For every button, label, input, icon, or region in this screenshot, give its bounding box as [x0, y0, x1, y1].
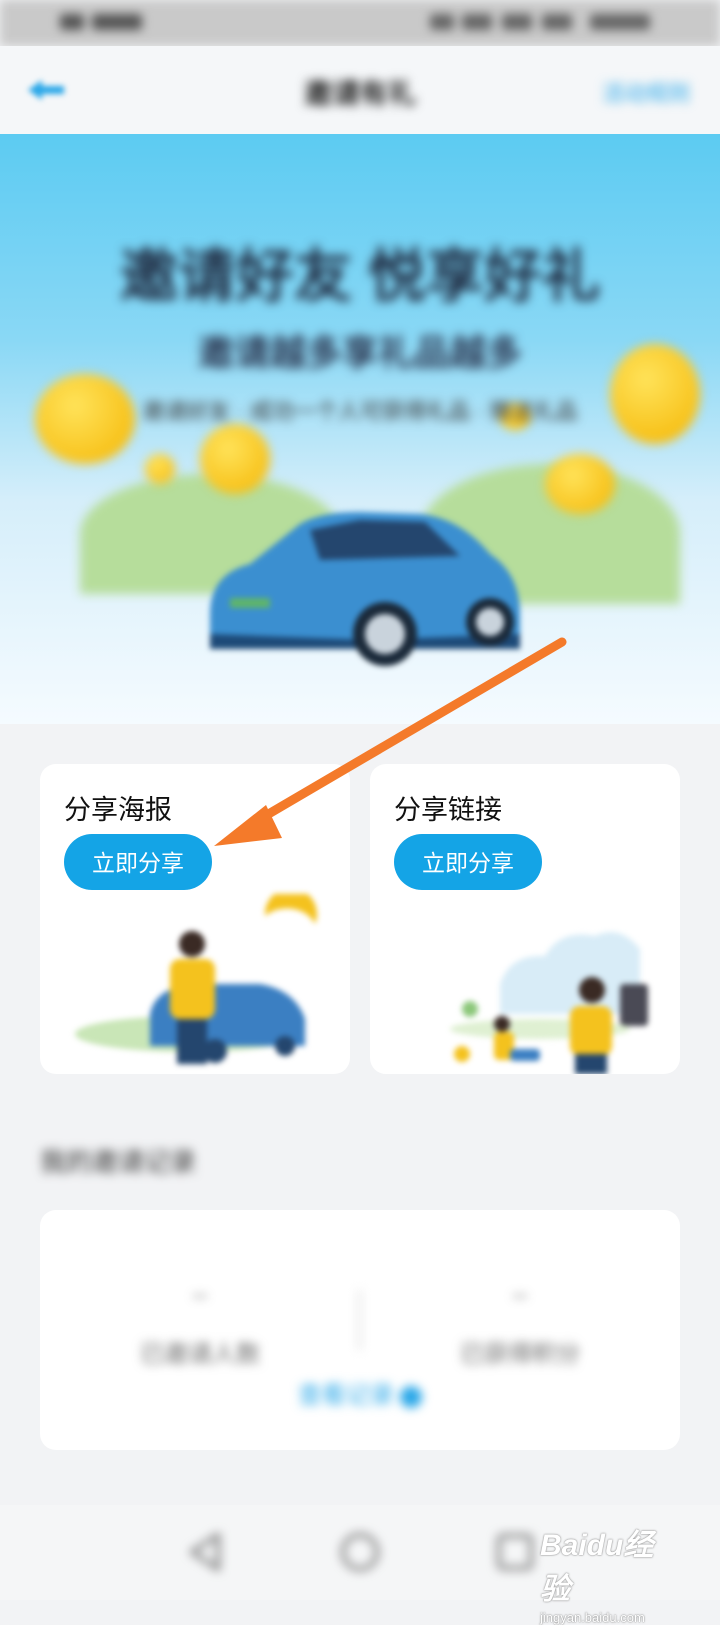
- coin-icon: [145, 454, 175, 484]
- hero-subtitle: 邀请越多享礼品越多: [197, 332, 522, 373]
- watermark-url: jingyan.baidu.com: [540, 1610, 645, 1625]
- hero-description: 邀请好友 · 成功一个人可获得礼品 · 赠送礼品: [142, 399, 578, 424]
- share-poster-button[interactable]: 立即分享: [64, 834, 212, 890]
- poster-illustration: [75, 894, 317, 1064]
- records-section-title: 我的邀请记录: [40, 1147, 197, 1177]
- invited-count-stat: -- 已邀请人数: [90, 1280, 310, 1369]
- stat-label: 已邀请人数: [140, 1341, 260, 1368]
- recents-square-icon[interactable]: [490, 1527, 540, 1577]
- coin-icon: [200, 424, 270, 494]
- records-card: -- 已邀请人数 -- 已获得积分 查看记录: [40, 1210, 680, 1450]
- stat-value: --: [192, 1283, 208, 1307]
- status-left-info: [60, 12, 160, 32]
- view-records-label: 查看记录: [298, 1382, 394, 1409]
- home-circle-icon[interactable]: [335, 1527, 385, 1577]
- back-arrow-icon[interactable]: [24, 76, 70, 104]
- hero-title: 邀请好友 悦享好礼: [119, 244, 601, 309]
- watermark-logo: Baidu经验: [540, 1529, 654, 1606]
- arrow-right-icon: [400, 1385, 422, 1408]
- status-bar: [0, 0, 720, 46]
- link-illustration: [450, 932, 648, 1074]
- page-title: 邀请有礼: [303, 78, 416, 109]
- status-right-icons: [430, 12, 660, 32]
- baidu-watermark: Baidu经验 jingyan.baidu.com: [540, 1520, 680, 1625]
- view-records-link[interactable]: 查看记录: [40, 1375, 680, 1410]
- coin-icon: [545, 454, 615, 514]
- stat-divider: [358, 1290, 361, 1350]
- points-earned-stat: -- 已获得积分: [410, 1280, 630, 1369]
- back-triangle-icon[interactable]: [180, 1527, 230, 1577]
- annotation-arrow-icon: [214, 637, 567, 846]
- stat-label: 已获得积分: [460, 1341, 580, 1368]
- rules-link[interactable]: 活动规则: [580, 76, 690, 106]
- stat-value: --: [512, 1283, 528, 1307]
- card-title: 分享海报: [64, 795, 172, 825]
- nav-bar: 邀请有礼 活动规则: [0, 46, 720, 134]
